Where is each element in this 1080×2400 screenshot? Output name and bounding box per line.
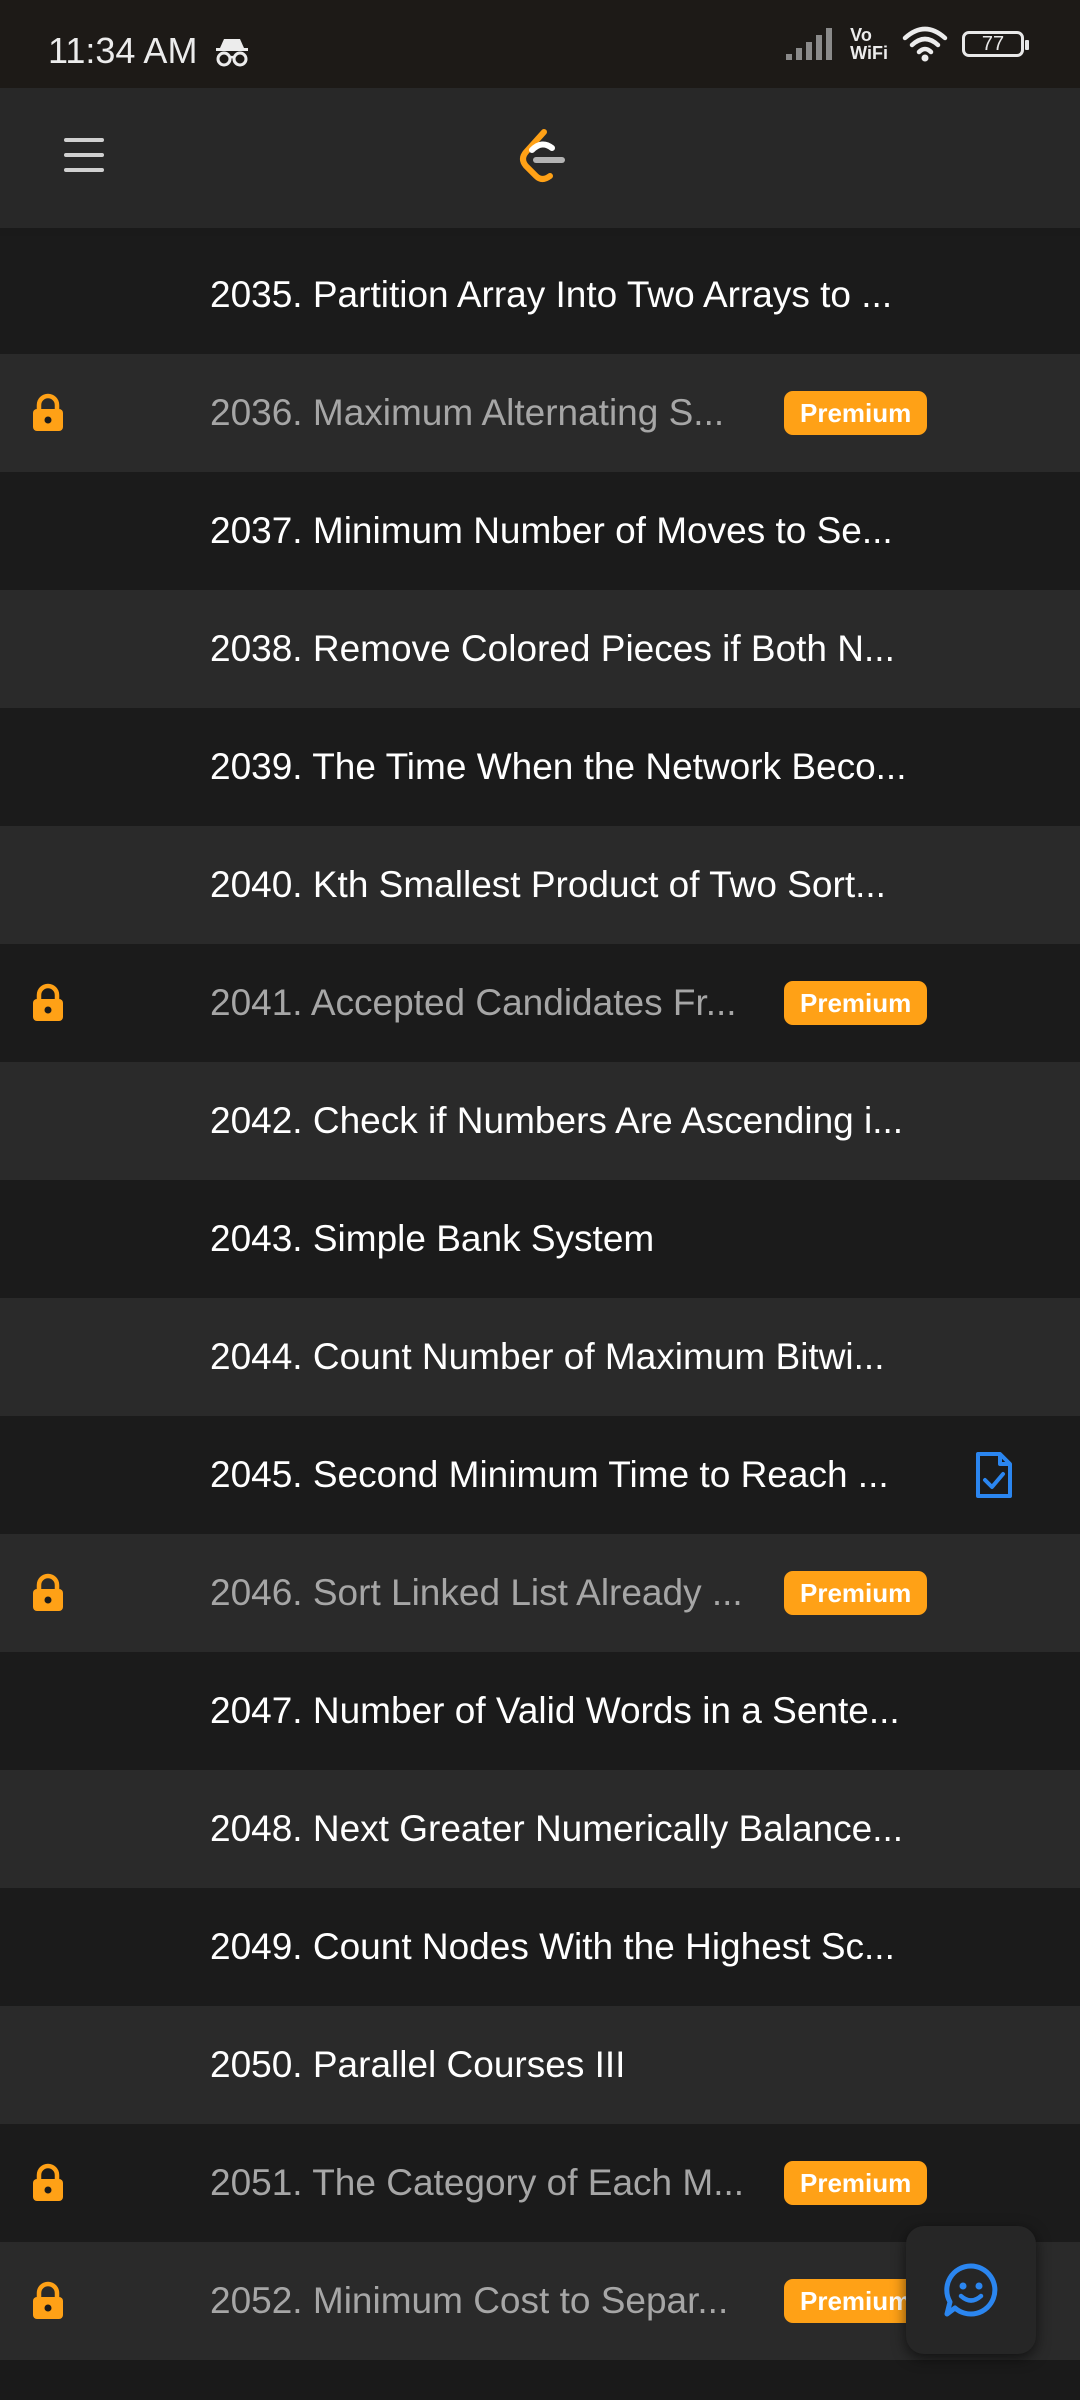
leetcode-logo[interactable] xyxy=(516,128,572,188)
status-time: 11:34 AM xyxy=(48,30,198,71)
problem-title: 2043. Simple Bank System xyxy=(210,1218,655,1259)
premium-badge: Premium xyxy=(784,2161,928,2205)
problem-row[interactable]: 2047. Number of Valid Words in a Sente..… xyxy=(0,1652,1080,1770)
problem-row[interactable]: 2045. Second Minimum Time to Reach ... xyxy=(0,1416,1080,1534)
problem-title: 2045. Second Minimum Time to Reach ... xyxy=(210,1454,889,1495)
problem-list: 2035. Partition Array Into Two Arrays to… xyxy=(0,236,1080,2360)
problem-row[interactable]: 2041. Accepted Candidates Fr... Premium xyxy=(0,944,1080,1062)
problem-row[interactable]: 2048. Next Greater Numerically Balance..… xyxy=(0,1770,1080,1888)
problem-row[interactable]: 2043. Simple Bank System xyxy=(0,1180,1080,1298)
vowifi-bottom: WiFi xyxy=(850,43,888,63)
status-indicators: Vo WiFi 77 xyxy=(784,26,1029,62)
problem-title: 2046. Sort Linked List Already ... xyxy=(210,1572,743,1613)
premium-badge: Premium xyxy=(784,1571,928,1615)
feedback-smiley-icon xyxy=(944,2263,998,2317)
problem-title: 2044. Count Number of Maximum Bitwi... xyxy=(210,1336,885,1377)
problem-title: 2051. The Category of Each M... xyxy=(210,2162,745,2203)
problem-row[interactable]: 2035. Partition Array Into Two Arrays to… xyxy=(0,236,1080,354)
problem-row[interactable]: 2049. Count Nodes With the Highest Sc... xyxy=(0,1888,1080,2006)
feedback-button[interactable] xyxy=(906,2226,1036,2354)
wifi-icon xyxy=(902,26,948,62)
problem-row[interactable]: 2039. The Time When the Network Beco... xyxy=(0,708,1080,826)
problem-row[interactable]: 2037. Minimum Number of Moves to Se... xyxy=(0,472,1080,590)
incognito-icon xyxy=(216,39,248,67)
problem-title: 2048. Next Greater Numerically Balance..… xyxy=(210,1808,904,1849)
problem-title: 2049. Count Nodes With the Highest Sc... xyxy=(210,1926,895,1967)
problem-row[interactable]: 2050. Parallel Courses III xyxy=(0,2006,1080,2124)
problem-title: 2039. The Time When the Network Beco... xyxy=(210,746,907,787)
problem-title: 2042. Check if Numbers Are Ascending i..… xyxy=(210,1100,904,1141)
problem-title: 2041. Accepted Candidates Fr... xyxy=(210,982,737,1023)
problem-title: 2040. Kth Smallest Product of Two Sort..… xyxy=(210,864,886,905)
signal-icon xyxy=(786,28,833,60)
problem-title: 2047. Number of Valid Words in a Sente..… xyxy=(210,1690,900,1731)
problem-title: 2050. Parallel Courses III xyxy=(210,2044,626,2085)
problem-row[interactable]: 2044. Count Number of Maximum Bitwi... xyxy=(0,1298,1080,1416)
problem-title: 2038. Remove Colored Pieces if Both N... xyxy=(210,628,895,669)
vowifi-top: Vo xyxy=(850,25,872,45)
problem-title: 2036. Maximum Alternating S... xyxy=(210,392,725,433)
status-bar: 11:34 AM Vo WiFi 77 xyxy=(0,0,1080,88)
lock-icon xyxy=(33,983,63,1021)
lock-icon xyxy=(33,2281,63,2319)
problem-row[interactable]: 2042. Check if Numbers Are Ascending i..… xyxy=(0,1062,1080,1180)
hamburger-menu-icon[interactable] xyxy=(64,138,104,178)
problem-row[interactable]: 2038. Remove Colored Pieces if Both N... xyxy=(0,590,1080,708)
problem-row[interactable]: 2051. The Category of Each M... Premium xyxy=(0,2124,1080,2242)
lock-icon xyxy=(33,2163,63,2201)
vowifi-indicator: Vo WiFi xyxy=(850,26,888,62)
problem-row[interactable]: 2036. Maximum Alternating S... Premium xyxy=(0,354,1080,472)
solution-document-icon[interactable] xyxy=(972,1450,1016,1500)
battery-indicator: 77 xyxy=(962,31,1029,57)
problem-title: 2035. Partition Array Into Two Arrays to… xyxy=(210,274,893,315)
app-header xyxy=(0,88,1080,228)
problem-row[interactable]: 2040. Kth Smallest Product of Two Sort..… xyxy=(0,826,1080,944)
problem-title: 2037. Minimum Number of Moves to Se... xyxy=(210,510,893,551)
premium-badge: Premium xyxy=(784,981,928,1025)
lock-icon xyxy=(33,1573,63,1611)
lock-icon xyxy=(33,393,63,431)
premium-badge: Premium xyxy=(784,391,928,435)
problem-row[interactable]: 2046. Sort Linked List Already ... Premiu… xyxy=(0,1534,1080,1652)
problem-title: 2052. Minimum Cost to Separ... xyxy=(210,2280,729,2321)
